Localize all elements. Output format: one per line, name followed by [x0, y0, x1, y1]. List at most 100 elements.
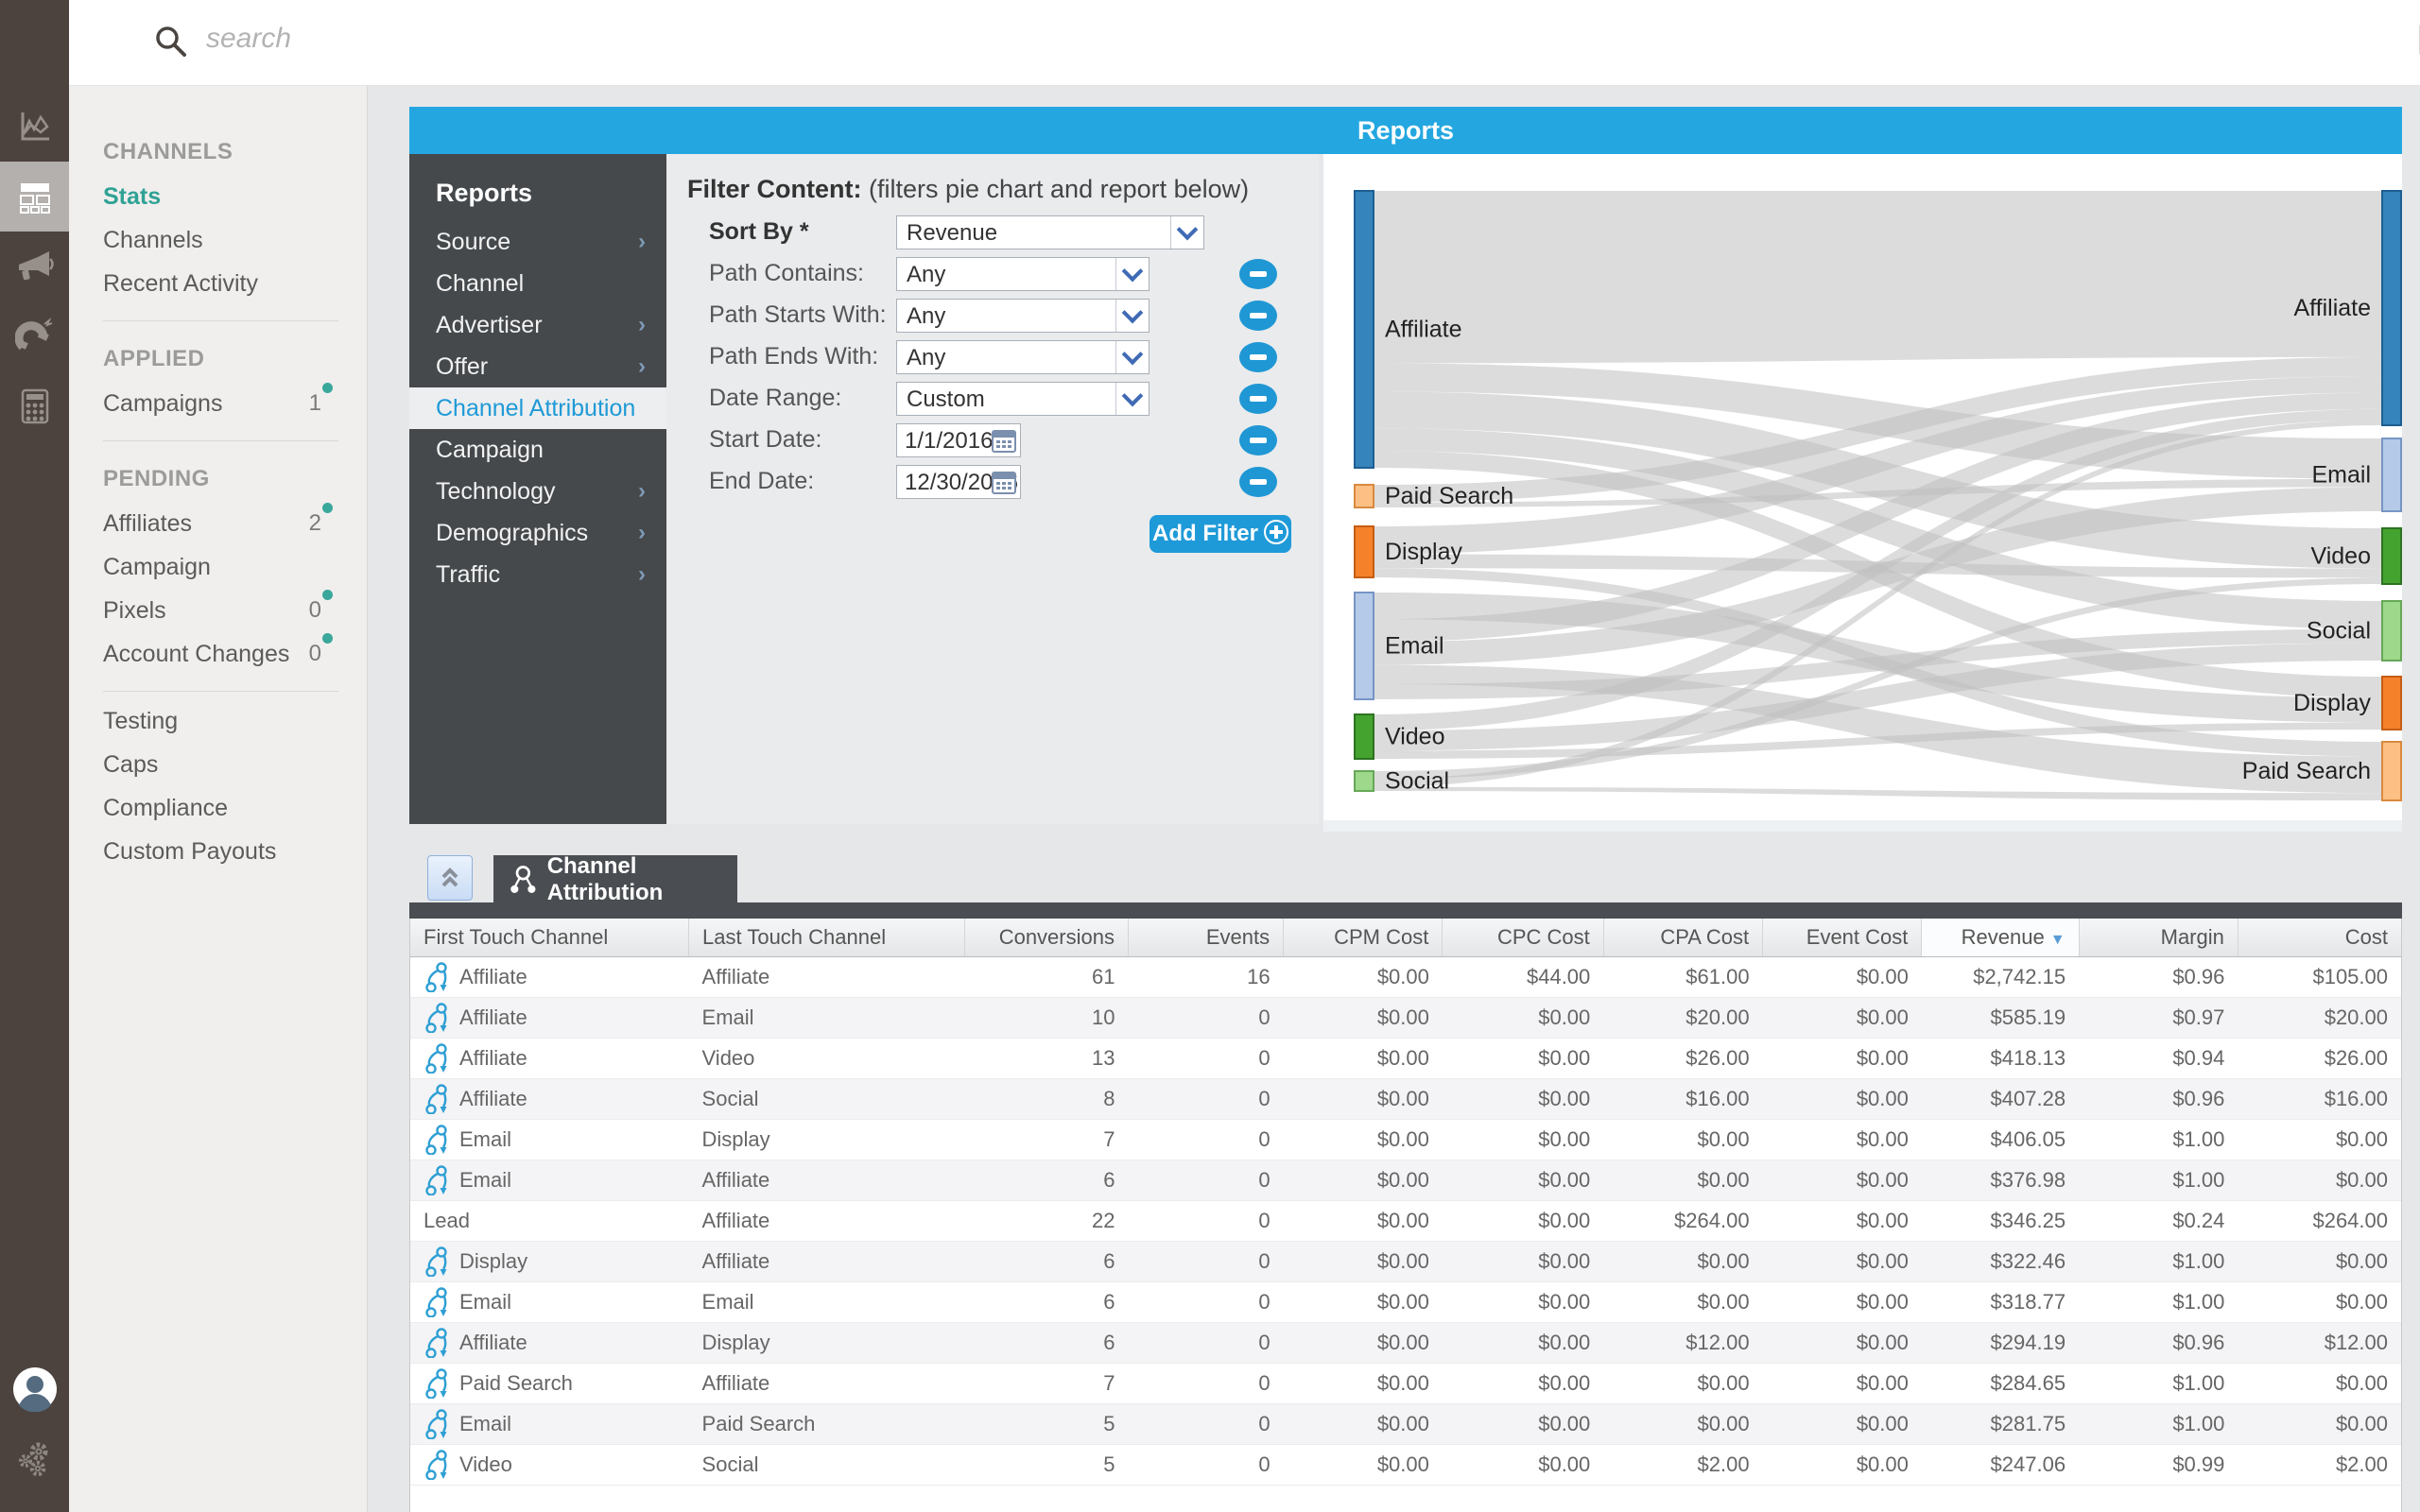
- sankey-node-r_email[interactable]: [2382, 438, 2401, 511]
- column-header-cpm-cost[interactable]: CPM Cost: [1284, 919, 1443, 957]
- submenu-item-offer[interactable]: Offer›: [409, 346, 666, 387]
- column-header-cpa-cost[interactable]: CPA Cost: [1603, 919, 1762, 957]
- chevron-up-icon: [438, 866, 462, 890]
- rail-item-reports[interactable]: [0, 92, 69, 162]
- sankey-node-l_email[interactable]: [1355, 593, 1374, 699]
- column-header-margin[interactable]: Margin: [2079, 919, 2238, 957]
- submenu-item-technology[interactable]: Technology›: [409, 471, 666, 512]
- table-row[interactable]: Paid SearchAffiliate70$0.00$0.00$0.00$0.…: [410, 1364, 2401, 1404]
- badge-count: 0: [309, 589, 333, 632]
- filter-label: Date Range:: [709, 385, 841, 412]
- table-row[interactable]: EmailPaid Search50$0.00$0.00$0.00$0.00$2…: [410, 1404, 2401, 1445]
- chevron-down-icon: [1115, 383, 1149, 415]
- cell-events: 0: [1128, 1039, 1283, 1079]
- sankey-node-l_video[interactable]: [1355, 714, 1374, 759]
- cell-revenue: $247.06: [1922, 1445, 2079, 1486]
- sankey-node-l_display[interactable]: [1355, 526, 1374, 577]
- sankey-node-l_social[interactable]: [1355, 771, 1374, 791]
- table-row[interactable]: LeadAffiliate220$0.00$0.00$264.00$0.00$3…: [410, 1201, 2401, 1242]
- sidebar-item-compliance[interactable]: Compliance: [69, 786, 367, 830]
- sidebar-item-campaigns[interactable]: Campaigns1: [69, 382, 367, 425]
- rail-item-calculator[interactable]: [0, 371, 69, 441]
- sankey-node-r_display[interactable]: [2382, 677, 2401, 730]
- search-icon[interactable]: [152, 23, 190, 60]
- tab-channel-attribution[interactable]: Channel Attribution: [493, 855, 737, 903]
- sankey-node-l_affiliate[interactable]: [1355, 191, 1374, 468]
- submenu-item-channel[interactable]: Channel: [409, 263, 666, 304]
- column-header-first-touch-channel[interactable]: First Touch Channel: [410, 919, 689, 957]
- remove-filter-button[interactable]: [1239, 467, 1277, 497]
- path-icon: [424, 1043, 450, 1074]
- submenu-item-campaign[interactable]: Campaign: [409, 429, 666, 471]
- sankey-node-l_paid_search[interactable]: [1355, 485, 1374, 507]
- table-row[interactable]: DisplayAffiliate60$0.00$0.00$0.00$0.00$3…: [410, 1242, 2401, 1282]
- sankey-node-r_affiliate[interactable]: [2382, 191, 2401, 425]
- select-filter[interactable]: Custom: [896, 382, 1150, 416]
- sidebar-item-campaign[interactable]: Campaign: [69, 545, 367, 589]
- sidebar-item-testing[interactable]: Testing: [69, 699, 367, 743]
- remove-filter-button[interactable]: [1239, 342, 1277, 372]
- sidebar-item-stats[interactable]: Stats: [69, 175, 367, 218]
- sidebar-item-pixels[interactable]: Pixels0: [69, 589, 367, 632]
- table-row[interactable]: AffiliateAffiliate6116$0.00$44.00$61.00$…: [410, 957, 2401, 998]
- sankey-node-r_video[interactable]: [2382, 528, 2401, 584]
- select-filter[interactable]: Any: [896, 340, 1150, 374]
- badge-dot-icon: [322, 633, 333, 644]
- table-row[interactable]: VideoSocial50$0.00$0.00$2.00$0.00$247.06…: [410, 1445, 2401, 1486]
- column-header-last-touch-channel[interactable]: Last Touch Channel: [689, 919, 965, 957]
- sidebar-item-recent-activity[interactable]: Recent Activity: [69, 262, 367, 305]
- cell-events: 16: [1128, 957, 1283, 998]
- sidebar-item-affiliates[interactable]: Affiliates2: [69, 502, 367, 545]
- rail-item-announcements[interactable]: [0, 232, 69, 301]
- cell-cpm-cost: $0.00: [1284, 1160, 1443, 1201]
- sidebar-item-account-changes[interactable]: Account Changes0: [69, 632, 367, 676]
- date-input[interactable]: 1/1/2016: [896, 423, 1021, 457]
- table-row[interactable]: AffiliateSocial80$0.00$0.00$16.00$0.00$4…: [410, 1079, 2401, 1120]
- rail-item-account[interactable]: [0, 1354, 69, 1424]
- column-header-event-cost[interactable]: Event Cost: [1763, 919, 1922, 957]
- column-header-revenue[interactable]: Revenue▼: [1922, 919, 2079, 957]
- table-row[interactable]: AffiliateEmail100$0.00$0.00$20.00$0.00$5…: [410, 998, 2401, 1039]
- sankey-link-affiliate-to-affiliate[interactable]: [1374, 191, 2382, 363]
- first-touch-cell: Email: [424, 1125, 676, 1155]
- submenu-item-demographics[interactable]: Demographics›: [409, 512, 666, 554]
- cell-first-touch-channel: Email: [410, 1160, 689, 1201]
- sidebar-item-caps[interactable]: Caps: [69, 743, 367, 786]
- filter-row-sort-by-: Sort By *Revenue: [666, 215, 1319, 249]
- table-row[interactable]: AffiliateDisplay60$0.00$0.00$12.00$0.00$…: [410, 1323, 2401, 1364]
- cell-cpm-cost: $0.00: [1284, 1079, 1443, 1120]
- remove-filter-button[interactable]: [1239, 425, 1277, 455]
- column-header-conversions[interactable]: Conversions: [965, 919, 1129, 957]
- select-sort-by[interactable]: Revenue: [896, 215, 1204, 249]
- cell-revenue: $407.28: [1922, 1079, 2079, 1120]
- sankey-node-r_paid_search[interactable]: [2382, 742, 2401, 800]
- sidebar-item-custom-payouts[interactable]: Custom Payouts: [69, 830, 367, 873]
- remove-filter-button[interactable]: [1239, 384, 1277, 414]
- column-header-cost[interactable]: Cost: [2238, 919, 2401, 957]
- table-row[interactable]: EmailDisplay70$0.00$0.00$0.00$0.00$406.0…: [410, 1120, 2401, 1160]
- submenu-item-channel-attribution[interactable]: Channel Attribution: [409, 387, 666, 429]
- select-filter[interactable]: Any: [896, 257, 1150, 291]
- cell-first-touch-channel: Affiliate: [410, 1323, 689, 1364]
- rail-item-dashboard[interactable]: [0, 162, 69, 232]
- column-header-cpc-cost[interactable]: CPC Cost: [1443, 919, 1603, 957]
- collapse-table-button[interactable]: [427, 855, 473, 901]
- submenu-item-advertiser[interactable]: Advertiser›: [409, 304, 666, 346]
- add-filter-button[interactable]: Add Filter: [1150, 515, 1291, 553]
- table-row[interactable]: EmailAffiliate60$0.00$0.00$0.00$0.00$376…: [410, 1160, 2401, 1201]
- sankey-node-r_social[interactable]: [2382, 601, 2401, 661]
- rail-item-magnet[interactable]: [0, 301, 69, 371]
- submenu-item-traffic[interactable]: Traffic›: [409, 554, 666, 595]
- select-filter[interactable]: Any: [896, 299, 1150, 333]
- table-row[interactable]: AffiliateVideo130$0.00$0.00$26.00$0.00$4…: [410, 1039, 2401, 1079]
- submenu-item-source[interactable]: Source›: [409, 221, 666, 263]
- sidebar-item-channels[interactable]: Channels: [69, 218, 367, 262]
- date-input[interactable]: 12/30/2016: [896, 465, 1021, 499]
- path-icon: [424, 1125, 450, 1155]
- search-input[interactable]: search: [206, 23, 291, 55]
- remove-filter-button[interactable]: [1239, 259, 1277, 289]
- remove-filter-button[interactable]: [1239, 301, 1277, 331]
- table-row[interactable]: EmailEmail60$0.00$0.00$0.00$0.00$318.77$…: [410, 1282, 2401, 1323]
- rail-item-settings[interactable]: [0, 1425, 69, 1495]
- column-header-events[interactable]: Events: [1128, 919, 1283, 957]
